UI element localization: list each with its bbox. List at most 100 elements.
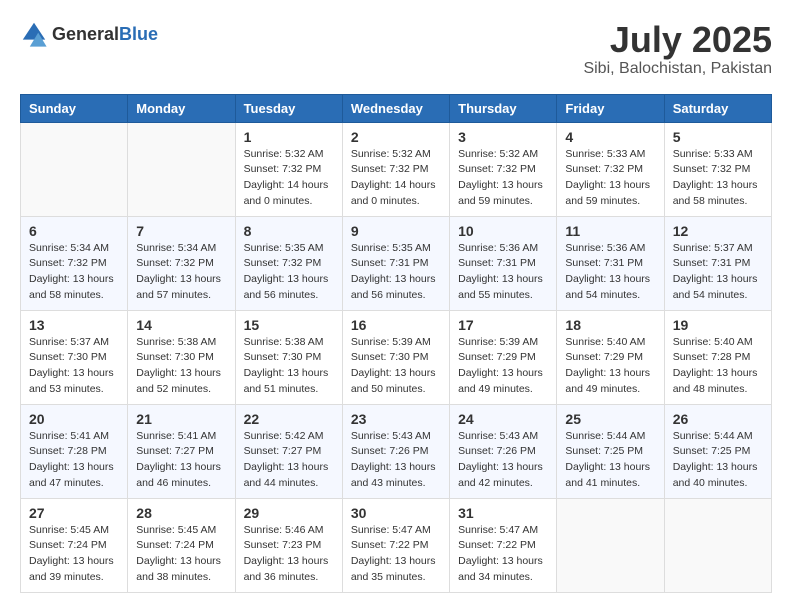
sunset-text: Sunset: 7:26 PM bbox=[351, 445, 429, 457]
title-block: July 2025 Sibi, Balochistan, Pakistan bbox=[583, 20, 772, 78]
daylight-text: Daylight: 13 hours and 43 minutes. bbox=[351, 461, 436, 489]
daylight-text: Daylight: 13 hours and 51 minutes. bbox=[244, 367, 329, 395]
sunrise-text: Sunrise: 5:32 AM bbox=[458, 148, 538, 160]
daylight-text: Daylight: 13 hours and 52 minutes. bbox=[136, 367, 221, 395]
day-info: Sunrise: 5:34 AM Sunset: 7:32 PM Dayligh… bbox=[136, 241, 226, 304]
day-info: Sunrise: 5:34 AM Sunset: 7:32 PM Dayligh… bbox=[29, 241, 119, 304]
daylight-text: Daylight: 13 hours and 39 minutes. bbox=[29, 555, 114, 583]
sunset-text: Sunset: 7:24 PM bbox=[136, 539, 214, 551]
weekday-header-wednesday: Wednesday bbox=[342, 94, 449, 122]
day-info: Sunrise: 5:38 AM Sunset: 7:30 PM Dayligh… bbox=[244, 335, 334, 398]
day-info: Sunrise: 5:47 AM Sunset: 7:22 PM Dayligh… bbox=[351, 523, 441, 586]
day-info: Sunrise: 5:37 AM Sunset: 7:31 PM Dayligh… bbox=[673, 241, 763, 304]
day-info: Sunrise: 5:37 AM Sunset: 7:30 PM Dayligh… bbox=[29, 335, 119, 398]
sunset-text: Sunset: 7:31 PM bbox=[458, 257, 536, 269]
day-number: 29 bbox=[244, 505, 334, 521]
calendar-day: 11 Sunrise: 5:36 AM Sunset: 7:31 PM Dayl… bbox=[557, 216, 664, 310]
day-number: 28 bbox=[136, 505, 226, 521]
day-info: Sunrise: 5:45 AM Sunset: 7:24 PM Dayligh… bbox=[29, 523, 119, 586]
calendar-day: 21 Sunrise: 5:41 AM Sunset: 7:27 PM Dayl… bbox=[128, 404, 235, 498]
daylight-text: Daylight: 13 hours and 38 minutes. bbox=[136, 555, 221, 583]
day-number: 1 bbox=[244, 129, 334, 145]
calendar-day bbox=[21, 122, 128, 216]
daylight-text: Daylight: 13 hours and 46 minutes. bbox=[136, 461, 221, 489]
day-info: Sunrise: 5:33 AM Sunset: 7:32 PM Dayligh… bbox=[673, 147, 763, 210]
day-number: 24 bbox=[458, 411, 548, 427]
daylight-text: Daylight: 13 hours and 40 minutes. bbox=[673, 461, 758, 489]
day-info: Sunrise: 5:43 AM Sunset: 7:26 PM Dayligh… bbox=[458, 429, 548, 492]
sunset-text: Sunset: 7:25 PM bbox=[565, 445, 643, 457]
calendar-day bbox=[557, 498, 664, 592]
calendar-week-1: 1 Sunrise: 5:32 AM Sunset: 7:32 PM Dayli… bbox=[21, 122, 772, 216]
day-number: 10 bbox=[458, 223, 548, 239]
daylight-text: Daylight: 13 hours and 55 minutes. bbox=[458, 273, 543, 301]
calendar-day: 4 Sunrise: 5:33 AM Sunset: 7:32 PM Dayli… bbox=[557, 122, 664, 216]
calendar-day: 6 Sunrise: 5:34 AM Sunset: 7:32 PM Dayli… bbox=[21, 216, 128, 310]
day-info: Sunrise: 5:32 AM Sunset: 7:32 PM Dayligh… bbox=[351, 147, 441, 210]
daylight-text: Daylight: 13 hours and 47 minutes. bbox=[29, 461, 114, 489]
sunrise-text: Sunrise: 5:40 AM bbox=[565, 336, 645, 348]
day-number: 4 bbox=[565, 129, 655, 145]
daylight-text: Daylight: 13 hours and 53 minutes. bbox=[29, 367, 114, 395]
sunrise-text: Sunrise: 5:43 AM bbox=[458, 430, 538, 442]
sunset-text: Sunset: 7:32 PM bbox=[458, 163, 536, 175]
sunset-text: Sunset: 7:31 PM bbox=[673, 257, 751, 269]
sunrise-text: Sunrise: 5:45 AM bbox=[29, 524, 109, 536]
day-number: 20 bbox=[29, 411, 119, 427]
calendar-day: 1 Sunrise: 5:32 AM Sunset: 7:32 PM Dayli… bbox=[235, 122, 342, 216]
sunset-text: Sunset: 7:22 PM bbox=[351, 539, 429, 551]
calendar-day: 2 Sunrise: 5:32 AM Sunset: 7:32 PM Dayli… bbox=[342, 122, 449, 216]
calendar-day: 16 Sunrise: 5:39 AM Sunset: 7:30 PM Dayl… bbox=[342, 310, 449, 404]
sunset-text: Sunset: 7:31 PM bbox=[565, 257, 643, 269]
logo: GeneralBlue bbox=[20, 20, 158, 48]
sunrise-text: Sunrise: 5:41 AM bbox=[29, 430, 109, 442]
logo-text: GeneralBlue bbox=[52, 24, 158, 45]
day-info: Sunrise: 5:38 AM Sunset: 7:30 PM Dayligh… bbox=[136, 335, 226, 398]
sunset-text: Sunset: 7:32 PM bbox=[351, 163, 429, 175]
day-info: Sunrise: 5:42 AM Sunset: 7:27 PM Dayligh… bbox=[244, 429, 334, 492]
weekday-header-tuesday: Tuesday bbox=[235, 94, 342, 122]
calendar-day: 24 Sunrise: 5:43 AM Sunset: 7:26 PM Dayl… bbox=[450, 404, 557, 498]
day-info: Sunrise: 5:36 AM Sunset: 7:31 PM Dayligh… bbox=[565, 241, 655, 304]
sunrise-text: Sunrise: 5:32 AM bbox=[351, 148, 431, 160]
day-info: Sunrise: 5:35 AM Sunset: 7:31 PM Dayligh… bbox=[351, 241, 441, 304]
sunset-text: Sunset: 7:30 PM bbox=[244, 351, 322, 363]
sunset-text: Sunset: 7:22 PM bbox=[458, 539, 536, 551]
day-number: 27 bbox=[29, 505, 119, 521]
sunset-text: Sunset: 7:29 PM bbox=[458, 351, 536, 363]
daylight-text: Daylight: 13 hours and 42 minutes. bbox=[458, 461, 543, 489]
daylight-text: Daylight: 13 hours and 34 minutes. bbox=[458, 555, 543, 583]
day-info: Sunrise: 5:32 AM Sunset: 7:32 PM Dayligh… bbox=[458, 147, 548, 210]
sunrise-text: Sunrise: 5:36 AM bbox=[565, 242, 645, 254]
sunrise-text: Sunrise: 5:38 AM bbox=[244, 336, 324, 348]
daylight-text: Daylight: 13 hours and 49 minutes. bbox=[458, 367, 543, 395]
sunrise-text: Sunrise: 5:39 AM bbox=[351, 336, 431, 348]
calendar-day: 25 Sunrise: 5:44 AM Sunset: 7:25 PM Dayl… bbox=[557, 404, 664, 498]
sunset-text: Sunset: 7:31 PM bbox=[351, 257, 429, 269]
sunrise-text: Sunrise: 5:46 AM bbox=[244, 524, 324, 536]
sunset-text: Sunset: 7:25 PM bbox=[673, 445, 751, 457]
day-number: 11 bbox=[565, 223, 655, 239]
sunrise-text: Sunrise: 5:44 AM bbox=[565, 430, 645, 442]
sunrise-text: Sunrise: 5:36 AM bbox=[458, 242, 538, 254]
sunrise-text: Sunrise: 5:47 AM bbox=[458, 524, 538, 536]
calendar-day: 3 Sunrise: 5:32 AM Sunset: 7:32 PM Dayli… bbox=[450, 122, 557, 216]
sunset-text: Sunset: 7:26 PM bbox=[458, 445, 536, 457]
sunrise-text: Sunrise: 5:37 AM bbox=[673, 242, 753, 254]
sunrise-text: Sunrise: 5:33 AM bbox=[565, 148, 645, 160]
sunset-text: Sunset: 7:28 PM bbox=[673, 351, 751, 363]
sunset-text: Sunset: 7:23 PM bbox=[244, 539, 322, 551]
day-number: 30 bbox=[351, 505, 441, 521]
logo-blue: Blue bbox=[119, 24, 158, 44]
day-info: Sunrise: 5:40 AM Sunset: 7:29 PM Dayligh… bbox=[565, 335, 655, 398]
calendar-day: 13 Sunrise: 5:37 AM Sunset: 7:30 PM Dayl… bbox=[21, 310, 128, 404]
calendar-day: 9 Sunrise: 5:35 AM Sunset: 7:31 PM Dayli… bbox=[342, 216, 449, 310]
calendar-day: 23 Sunrise: 5:43 AM Sunset: 7:26 PM Dayl… bbox=[342, 404, 449, 498]
calendar-day: 14 Sunrise: 5:38 AM Sunset: 7:30 PM Dayl… bbox=[128, 310, 235, 404]
sunrise-text: Sunrise: 5:44 AM bbox=[673, 430, 753, 442]
sunset-text: Sunset: 7:28 PM bbox=[29, 445, 107, 457]
weekday-header-friday: Friday bbox=[557, 94, 664, 122]
sunrise-text: Sunrise: 5:45 AM bbox=[136, 524, 216, 536]
daylight-text: Daylight: 13 hours and 41 minutes. bbox=[565, 461, 650, 489]
sunset-text: Sunset: 7:32 PM bbox=[136, 257, 214, 269]
